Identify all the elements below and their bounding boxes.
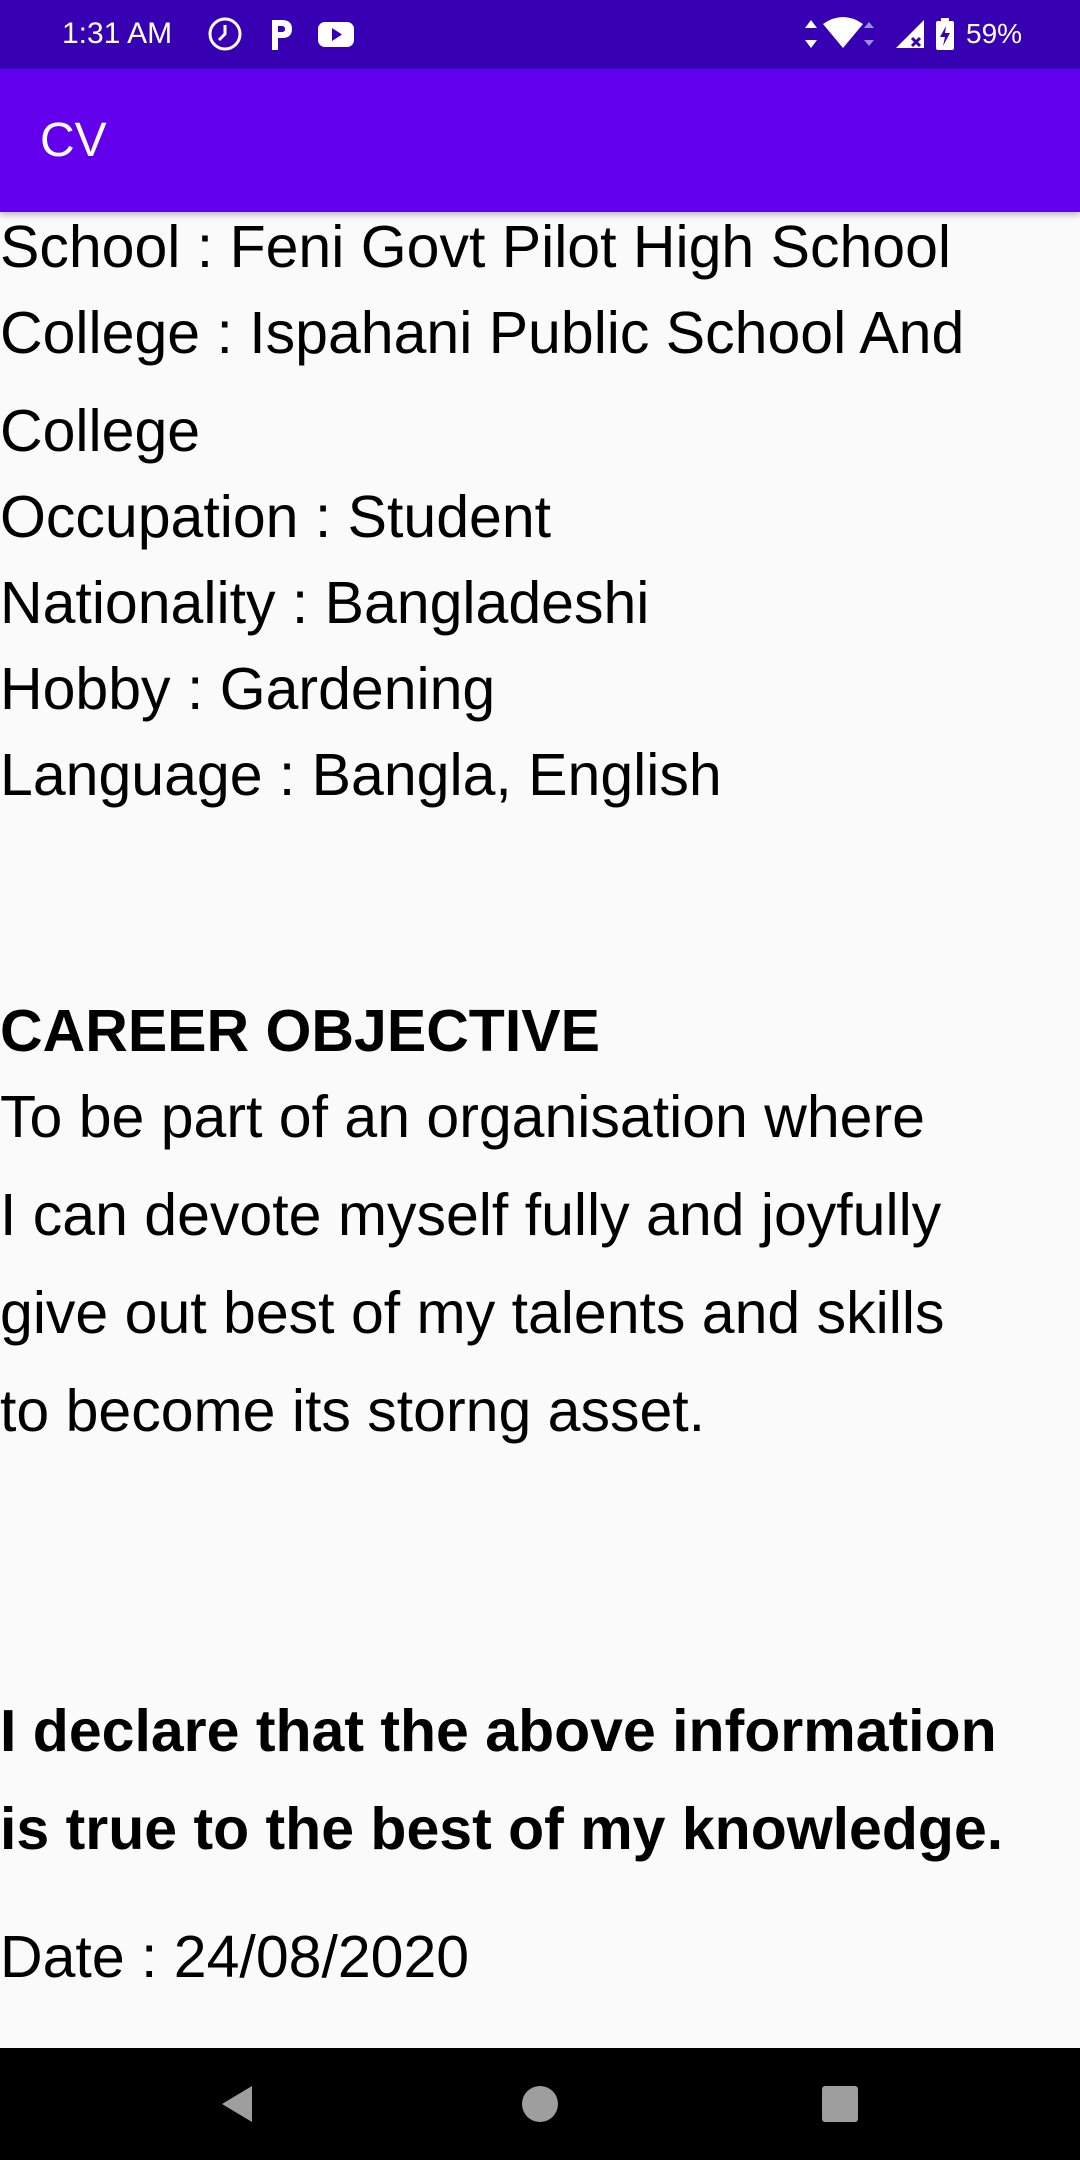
app-title: CV — [40, 114, 107, 167]
battery-icon — [936, 18, 954, 50]
status-bar: 1:31 AM 59% — [0, 0, 1080, 69]
cv-content[interactable]: School : Feni Govt Pilot High School Col… — [0, 212, 1080, 2048]
recents-icon — [822, 2086, 858, 2122]
home-icon — [522, 2086, 558, 2122]
cv-hobby: Hobby : Gardening — [0, 656, 496, 722]
app-bar: CV — [0, 69, 1080, 212]
youtube-icon — [318, 22, 354, 47]
cv-school: School : Feni Govt Pilot High School — [0, 214, 952, 280]
back-button[interactable] — [204, 2070, 272, 2138]
navigation-bar — [0, 2048, 1080, 2160]
signal-icon — [896, 20, 924, 48]
cv-nationality: Nationality : Bangladeshi — [0, 570, 650, 636]
career-objective-line1: To be part of an organisation where — [0, 1084, 925, 1150]
data-arrows-icon — [805, 20, 817, 48]
career-objective-line3: give out best of my talents and skills — [0, 1280, 945, 1346]
home-button[interactable] — [506, 2070, 574, 2138]
cv-college-line2: College — [0, 398, 201, 464]
status-time: 1:31 AM — [62, 17, 173, 50]
career-objective-line2: I can devote myself fully and joyfully — [0, 1182, 942, 1248]
cv-language: Language : Bangla, English — [0, 742, 722, 808]
career-objective-heading: CAREER OBJECTIVE — [0, 998, 600, 1064]
back-icon — [222, 2086, 252, 2122]
cv-occupation: Occupation : Student — [0, 484, 552, 550]
declaration-line2: is true to the best of my knowledge. — [0, 1796, 1004, 1862]
career-objective-line4: to become its storng asset. — [0, 1378, 706, 1444]
wifi-icon — [823, 17, 863, 48]
cv-date: Date : 24/08/2020 — [0, 1924, 470, 1990]
cv-college-line1: College : Ispahani Public School And — [0, 300, 965, 366]
alarm-icon — [208, 17, 242, 51]
declaration-line1: I declare that the above information — [0, 1698, 997, 1764]
data-arrows-icon-2 — [864, 22, 874, 46]
recents-button[interactable] — [806, 2070, 874, 2138]
battery-percentage: 59% — [966, 18, 1023, 49]
p-app-icon — [272, 20, 292, 50]
screen: 1:31 AM 59% CV School: Feni Govt Pilot … — [0, 0, 1080, 2160]
